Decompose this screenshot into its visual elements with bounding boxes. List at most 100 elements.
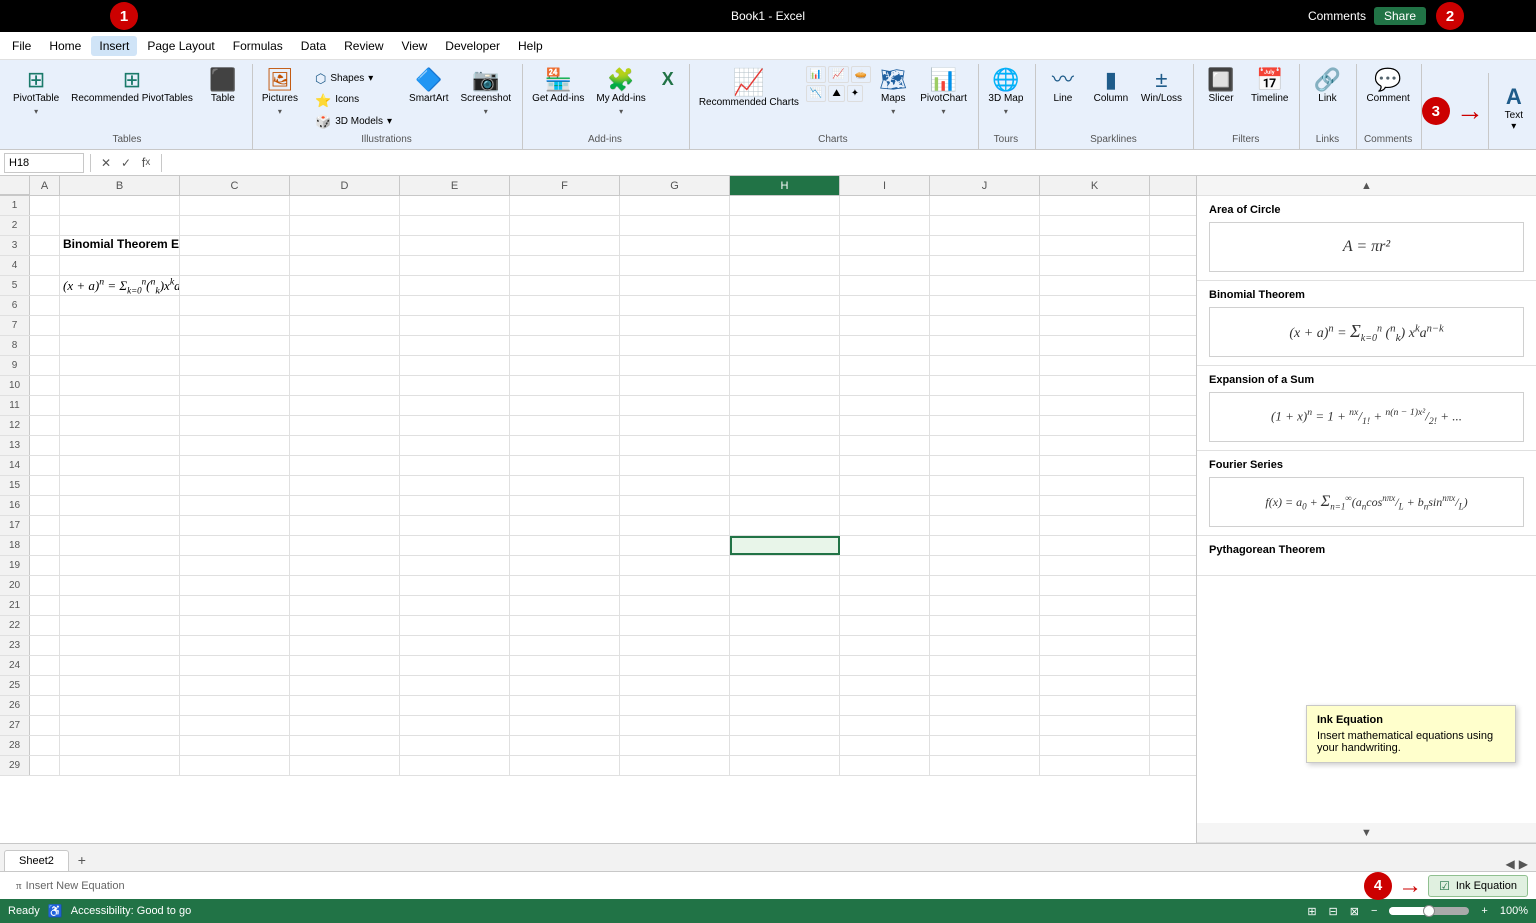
cell-j10[interactable] <box>930 376 1040 395</box>
cell-d10[interactable] <box>290 376 400 395</box>
bar-chart-btn[interactable]: 📉 <box>806 85 826 102</box>
menu-page-layout[interactable]: Page Layout <box>139 36 222 56</box>
cell-c14[interactable] <box>180 456 290 475</box>
cell-h22[interactable] <box>730 616 840 635</box>
cell-i22[interactable] <box>840 616 930 635</box>
cell-i7[interactable] <box>840 316 930 335</box>
cell-a13[interactable] <box>30 436 60 455</box>
cell-c12[interactable] <box>180 416 290 435</box>
cell-i4[interactable] <box>840 256 930 275</box>
cell-d23[interactable] <box>290 636 400 655</box>
cell-k2[interactable] <box>1040 216 1150 235</box>
cell-e11[interactable] <box>400 396 510 415</box>
cell-c5[interactable] <box>180 276 290 295</box>
cell-i29[interactable] <box>840 756 930 775</box>
row-header-14[interactable]: 14 <box>0 456 30 475</box>
row-header-1[interactable]: 1 <box>0 196 30 215</box>
cell-c25[interactable] <box>180 676 290 695</box>
cell-g19[interactable] <box>620 556 730 575</box>
cell-i21[interactable] <box>840 596 930 615</box>
cell-k20[interactable] <box>1040 576 1150 595</box>
cell-j13[interactable] <box>930 436 1040 455</box>
cell-g3[interactable] <box>620 236 730 255</box>
row-header-3[interactable]: 3 <box>0 236 30 255</box>
cell-e3[interactable] <box>400 236 510 255</box>
cell-h26[interactable] <box>730 696 840 715</box>
pie-chart-btn[interactable]: 🥧 <box>851 66 871 83</box>
cell-k3[interactable] <box>1040 236 1150 255</box>
cell-j6[interactable] <box>930 296 1040 315</box>
cell-k26[interactable] <box>1040 696 1150 715</box>
cell-g18[interactable] <box>620 536 730 555</box>
cell-f25[interactable] <box>510 676 620 695</box>
cell-e5[interactable] <box>400 276 510 295</box>
cell-a1[interactable] <box>30 196 60 215</box>
cell-b3[interactable]: Binomial Theorem Equation <box>60 236 180 255</box>
row-header-4[interactable]: 4 <box>0 256 30 275</box>
menu-help[interactable]: Help <box>510 36 551 56</box>
row-header-28[interactable]: 28 <box>0 736 30 755</box>
cell-j16[interactable] <box>930 496 1040 515</box>
cell-g9[interactable] <box>620 356 730 375</box>
cell-i6[interactable] <box>840 296 930 315</box>
cell-c18[interactable] <box>180 536 290 555</box>
cell-a6[interactable] <box>30 296 60 315</box>
panel-scroll-down[interactable]: ▼ <box>1197 823 1536 843</box>
cell-f26[interactable] <box>510 696 620 715</box>
cell-h7[interactable] <box>730 316 840 335</box>
cell-g1[interactable] <box>620 196 730 215</box>
cell-b14[interactable] <box>60 456 180 475</box>
cell-e13[interactable] <box>400 436 510 455</box>
col-header-e[interactable]: E <box>400 176 510 195</box>
col-header-b[interactable]: B <box>60 176 180 195</box>
cell-g27[interactable] <box>620 716 730 735</box>
cell-i28[interactable] <box>840 736 930 755</box>
cell-b20[interactable] <box>60 576 180 595</box>
cell-b2[interactable] <box>60 216 180 235</box>
zoom-out-btn[interactable]: − <box>1371 905 1377 917</box>
cell-b11[interactable] <box>60 396 180 415</box>
cell-a15[interactable] <box>30 476 60 495</box>
cell-i3[interactable] <box>840 236 930 255</box>
cell-h27[interactable] <box>730 716 840 735</box>
cell-h29[interactable] <box>730 756 840 775</box>
cell-e6[interactable] <box>400 296 510 315</box>
cell-c24[interactable] <box>180 656 290 675</box>
winloss-sparkline-btn[interactable]: ± Win/Loss <box>1136 66 1187 130</box>
cell-g13[interactable] <box>620 436 730 455</box>
cell-j20[interactable] <box>930 576 1040 595</box>
cell-h1[interactable] <box>730 196 840 215</box>
cell-j26[interactable] <box>930 696 1040 715</box>
cell-k24[interactable] <box>1040 656 1150 675</box>
zoom-slider[interactable] <box>1389 907 1469 915</box>
cell-e20[interactable] <box>400 576 510 595</box>
cell-g25[interactable] <box>620 676 730 695</box>
cell-e16[interactable] <box>400 496 510 515</box>
cell-f10[interactable] <box>510 376 620 395</box>
cell-g23[interactable] <box>620 636 730 655</box>
cell-a4[interactable] <box>30 256 60 275</box>
cell-g14[interactable] <box>620 456 730 475</box>
cell-d27[interactable] <box>290 716 400 735</box>
cell-k7[interactable] <box>1040 316 1150 335</box>
cell-e7[interactable] <box>400 316 510 335</box>
cell-e18[interactable] <box>400 536 510 555</box>
cell-c9[interactable] <box>180 356 290 375</box>
row-header-18[interactable]: 18 <box>0 536 30 555</box>
row-header-11[interactable]: 11 <box>0 396 30 415</box>
formula-input[interactable] <box>168 155 1532 171</box>
cell-e8[interactable] <box>400 336 510 355</box>
cell-f8[interactable] <box>510 336 620 355</box>
timeline-btn[interactable]: 📅 Timeline <box>1246 66 1293 130</box>
cell-c27[interactable] <box>180 716 290 735</box>
menu-file[interactable]: File <box>4 36 39 56</box>
cell-h16[interactable] <box>730 496 840 515</box>
cell-a10[interactable] <box>30 376 60 395</box>
cell-f4[interactable] <box>510 256 620 275</box>
cell-c16[interactable] <box>180 496 290 515</box>
excel-icon-btn[interactable]: X <box>653 66 683 130</box>
row-header-20[interactable]: 20 <box>0 576 30 595</box>
cell-f21[interactable] <box>510 596 620 615</box>
cell-c15[interactable] <box>180 476 290 495</box>
cell-a8[interactable] <box>30 336 60 355</box>
